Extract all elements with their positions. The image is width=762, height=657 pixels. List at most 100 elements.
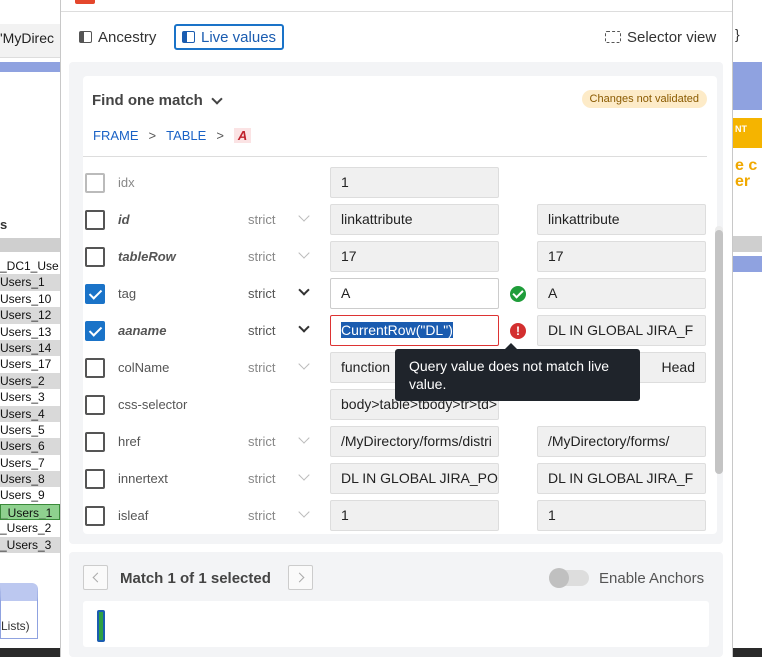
match-mode-label[interactable]: strict [248,323,275,338]
query-value-field[interactable]: 1 [330,500,499,531]
list-item[interactable]: Users_3 [0,389,60,405]
next-match-button[interactable] [288,565,313,590]
list-item[interactable]: Users_1 [0,274,60,291]
scrollbar[interactable] [715,226,723,474]
background-header-band [0,62,60,72]
attribute-name: tag [118,286,137,301]
query-value-field-error[interactable]: CurrentRow("DL") [330,315,499,346]
list-item[interactable]: _Users_2 [0,520,60,536]
chevron-down-icon[interactable] [298,321,310,333]
live-value-field: DL IN GLOBAL JIRA_F [537,463,706,494]
chevron-down-icon[interactable] [298,506,310,518]
background-list: _DC1_Use Users_1 Users_10 Users_12 Users… [0,258,60,554]
chevron-down-icon[interactable] [298,358,310,370]
background-table-header [0,238,60,252]
attribute-checkbox[interactable] [85,247,105,267]
chevron-down-icon[interactable] [298,469,310,481]
list-item[interactable]: Users_7 [0,455,60,471]
list-item[interactable]: Users_12 [0,307,60,324]
query-value-field[interactable]: /MyDirectory/forms/distri [330,426,499,457]
chevron-down-icon[interactable] [298,210,310,222]
live-value-field: 17 [537,241,706,272]
list-item[interactable]: Users_6 [0,438,60,455]
address-bar-fragment: 'MyDirec [0,24,60,58]
match-footer: Match 1 of 1 selected Enable Anchors [69,552,723,657]
breadcrumb-frame[interactable]: FRAME [93,128,139,143]
list-item[interactable]: Users_5 [0,422,60,438]
attribute-row-isleaf: isleaf strict 1 1 [83,499,707,531]
list-item[interactable]: Users_13 [0,324,60,340]
match-mode-label[interactable]: strict [248,286,275,301]
match-mode-label[interactable]: strict [248,212,275,227]
list-item[interactable]: Users_4 [0,405,60,422]
breadcrumb-current[interactable]: A [233,128,252,143]
background-section-label: s [0,217,8,232]
attribute-checkbox-checked[interactable] [85,321,105,341]
enable-anchors-toggle[interactable] [549,568,589,588]
selector-view-button[interactable]: Selector view [597,24,724,50]
match-highlight-marker[interactable] [97,610,105,642]
list-item[interactable]: _Users_3 [0,536,60,554]
error-icon[interactable]: ! [510,323,526,339]
breadcrumb-separator: > [148,128,157,143]
attribute-checkbox-checked[interactable] [85,284,105,304]
query-value-field[interactable]: linkattribute [330,204,499,235]
list-item[interactable]: Users_14 [0,339,60,357]
list-item[interactable]: Users_10 [0,291,60,307]
list-item[interactable]: _DC1_Use [0,258,60,274]
match-mode-label[interactable]: strict [248,360,275,375]
background-app-left: 'MyDirec s _DC1_Use Users_1 Users_10 Use… [0,0,60,657]
attribute-name: css-selector [118,397,188,412]
attribute-checkbox[interactable] [85,210,105,230]
previous-match-button[interactable] [83,565,108,590]
background-panel: Lists) [0,583,38,639]
attribute-row-tag: tag strict A A [83,277,707,309]
selector-view-icon [605,31,621,43]
query-value-field[interactable]: 17 [330,241,499,272]
list-item-selected[interactable]: _Users_1 [0,503,60,521]
attribute-name: tableRow [118,249,176,264]
find-mode-dropdown[interactable]: Find one match [92,92,223,109]
match-mode-label[interactable]: strict [248,508,275,523]
match-mode-label[interactable]: strict [248,249,275,264]
background-yellow-text: e c er [735,157,758,190]
query-value-field[interactable]: DL IN GLOBAL JIRA_POD3 [330,463,499,494]
attribute-row-aaname: aaname strict CurrentRow("DL") ! DL IN G… [83,314,707,346]
chevron-down-icon[interactable] [298,284,310,296]
app-logo-icon [75,0,95,4]
match-mode-label[interactable]: strict [248,434,275,449]
list-item[interactable]: Users_17 [0,356,60,372]
live-value-field: /MyDirectory/forms/ [537,426,706,457]
view-toolbar: Ancestry Live values Selector view [61,22,732,54]
taskbar-fragment-right [733,648,762,657]
attribute-name: aaname [118,323,167,338]
background-header-band-right [733,62,762,110]
match-mode-label[interactable]: strict [248,471,275,486]
breadcrumb-table[interactable]: TABLE [166,128,206,143]
query-value-field[interactable]: A [330,278,499,309]
live-values-toggle-button[interactable]: Live values [174,24,285,50]
attribute-checkbox[interactable] [85,173,105,193]
attribute-checkbox[interactable] [85,469,105,489]
background-table-header-right [733,236,762,252]
list-item[interactable]: Users_9 [0,487,60,503]
query-value-field[interactable]: 1 [330,167,499,198]
attribute-name: id [118,212,130,227]
ancestry-label: Ancestry [98,28,157,46]
list-item[interactable]: Users_2 [0,372,60,390]
attribute-checkbox[interactable] [85,358,105,378]
chevron-down-icon[interactable] [298,432,310,444]
scrollbar-thumb[interactable] [715,230,723,474]
list-item[interactable]: Users_8 [0,471,60,488]
attribute-name: href [118,434,141,449]
selector-view-label: Selector view [627,28,717,46]
attribute-checkbox[interactable] [85,506,105,526]
breadcrumb: FRAME > TABLE > A [93,128,252,143]
ancestry-toggle-button[interactable]: Ancestry [71,24,164,50]
attribute-checkbox[interactable] [85,432,105,452]
chevron-down-icon[interactable] [298,247,310,259]
attribute-name: idx [118,175,135,190]
attribute-row-idx: idx 1 [83,166,707,198]
find-mode-label: Find one match [92,92,203,109]
attribute-checkbox[interactable] [85,395,105,415]
